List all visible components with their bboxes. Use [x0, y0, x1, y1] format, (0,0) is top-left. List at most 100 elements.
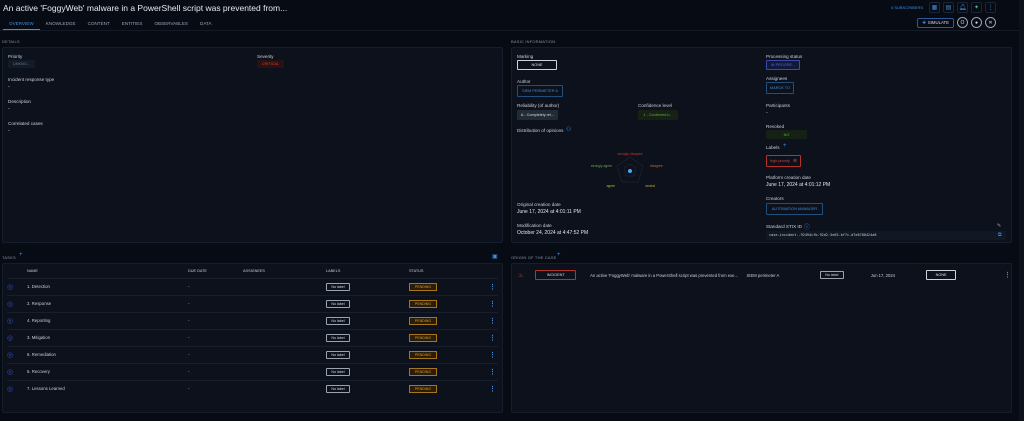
- task-label-chip: No label: [326, 316, 350, 325]
- simulate-label: SIMULATE: [927, 20, 949, 25]
- more-vert-icon[interactable]: ⋮: [489, 352, 496, 359]
- correlated-value: -: [8, 128, 10, 134]
- author-chip[interactable]: SIEM PERIMETER A: [517, 85, 563, 97]
- calendar-icon[interactable]: ▣: [492, 253, 498, 260]
- circle-o-icon[interactable]: O: [957, 17, 968, 28]
- task-status-chip: PENDING: [409, 333, 437, 342]
- original-date-value: June 17, 2024 at 4:01:11 PM: [517, 209, 581, 215]
- subscribers-link[interactable]: 0 SUBSCRIBERS: [891, 5, 923, 10]
- task-name: 1. Detection: [27, 277, 188, 295]
- revoked-label: Revoked: [766, 124, 785, 129]
- severity-chip: CRITICAL: [257, 60, 284, 68]
- copy-icon[interactable]: ⧉: [998, 232, 1002, 238]
- more-vert-icon[interactable]: ⋮: [489, 386, 496, 393]
- task-assignees: [243, 294, 326, 312]
- add-label-icon[interactable]: +: [783, 143, 787, 149]
- assignee-chip[interactable]: MARCK TO: [766, 82, 794, 94]
- details-heading: DETAILS: [2, 39, 20, 44]
- simulate-button[interactable]: ✚ SIMULATE: [917, 17, 954, 28]
- file-icon[interactable]: ▤: [943, 2, 954, 13]
- crosshair-icon[interactable]: ✕: [985, 17, 996, 28]
- more-vert-icon[interactable]: ⋮: [489, 318, 496, 325]
- origin-row[interactable]: ♨ INCIDENT An active 'FoggyWeb' malware …: [512, 268, 1011, 282]
- more-vert-icon[interactable]: ⋮: [489, 301, 496, 308]
- incident-icon: ♨: [518, 272, 524, 279]
- modification-label: Modification date: [517, 223, 552, 228]
- tab-content[interactable]: CONTENT: [82, 17, 116, 30]
- task-due: -: [188, 345, 243, 363]
- task-label-chip: No label: [326, 282, 350, 291]
- radar-label-disagree: disagree: [650, 164, 663, 168]
- table-row[interactable]: ◎ 1. Detection - No label PENDING ⋮: [7, 277, 498, 295]
- check-circle-icon[interactable]: ◎: [7, 352, 13, 359]
- correlated-label: Correlated cases: [8, 121, 43, 126]
- check-circle-icon[interactable]: ◎: [7, 284, 13, 291]
- tab-overview[interactable]: OVERVIEW: [3, 17, 40, 30]
- task-name: 7. Lessons Learned: [27, 379, 188, 397]
- reliability-chip: A - Completely rel...: [517, 110, 558, 120]
- priority-chip: UNKNO...: [8, 60, 35, 68]
- task-due: -: [188, 379, 243, 397]
- original-date-label: Original creation date: [517, 202, 561, 207]
- participants-value: -: [766, 110, 768, 116]
- table-row[interactable]: ◎ 2. Response - No label PENDING ⋮: [7, 294, 498, 312]
- tab-knowledge[interactable]: KNOWLEDGE: [40, 17, 82, 30]
- tasks-table: NAME DUE DATE ASSIGNEES LABELS STATUS ◎ …: [7, 264, 498, 397]
- more-vert-icon[interactable]: ⋮: [489, 369, 496, 376]
- task-due: -: [188, 328, 243, 346]
- col-labels: LABELS: [326, 268, 341, 273]
- origin-name: An active 'FoggyWeb' malware in a PowerS…: [590, 272, 738, 278]
- platform-date-value: June 17, 2024 at 4:01:12 PM: [766, 182, 831, 188]
- table-row[interactable]: ◎ 7. Lessons Learned - No label PENDING …: [7, 379, 498, 397]
- more-vert-icon[interactable]: ⋮: [489, 284, 496, 291]
- origin-panel: ♨ INCIDENT An active 'FoggyWeb' malware …: [511, 263, 1012, 413]
- sparkle-icon[interactable]: ✦: [971, 2, 982, 13]
- radar-point: [628, 169, 632, 173]
- description-value: -: [8, 106, 10, 112]
- label-text: high-priority: [770, 159, 790, 163]
- opinions-icon[interactable]: ⚇: [566, 126, 571, 133]
- more-vert-icon[interactable]: ⋮: [1004, 271, 1011, 279]
- page-title: An active 'FoggyWeb' malware in a PowerS…: [3, 3, 288, 13]
- check-circle-icon[interactable]: ◎: [7, 335, 13, 342]
- stix-label: Standard STIX ID: [766, 224, 803, 229]
- more-vert-icon[interactable]: ⋮: [489, 335, 496, 342]
- label-chip: high-priority ⊗: [766, 155, 802, 167]
- col-due-date: DUE DATE: [188, 268, 207, 273]
- tab-observables[interactable]: OBSERVABLES: [148, 17, 194, 30]
- task-status-chip: PENDING: [409, 316, 437, 325]
- bank-icon[interactable]: ▦: [929, 2, 940, 13]
- participants-label: Participants: [766, 103, 791, 108]
- check-circle-icon[interactable]: ◎: [7, 318, 13, 325]
- table-row[interactable]: ◎ 3. Mitigation - No label PENDING ⋮: [7, 328, 498, 346]
- tab-entities[interactable]: ENTITIES: [116, 17, 149, 30]
- bell-icon[interactable]: 🔔︎: [957, 2, 968, 13]
- task-assignees: [243, 379, 326, 397]
- task-name: 5. Recovery: [27, 362, 188, 380]
- scrollbar[interactable]: [1019, 0, 1024, 421]
- edit-icon[interactable]: ✎: [997, 223, 1001, 229]
- more-vert-icon[interactable]: ⋮: [985, 2, 996, 13]
- info-icon[interactable]: ⓘ: [804, 222, 810, 231]
- tab-data[interactable]: DATA: [194, 17, 218, 30]
- task-name: 3. Mitigation: [27, 328, 188, 346]
- check-circle-icon[interactable]: ◎: [7, 301, 13, 308]
- remove-label-icon[interactable]: ⊗: [793, 158, 797, 164]
- creator-chip[interactable]: AUTOMATION MANAGER: [766, 203, 823, 215]
- table-row[interactable]: ◎ 4. Reporting - No label PENDING ⋮: [7, 311, 498, 329]
- add-task-icon[interactable]: +: [19, 252, 23, 258]
- response-type-label: Incident response type: [8, 77, 55, 82]
- opinions-label: Distribution of opinions: [517, 128, 564, 133]
- processing-chip: IN PROGRE...: [766, 60, 800, 70]
- reliability-label: Reliability (of author): [517, 103, 560, 108]
- basic-info-panel: Marking NONE Author SIEM PERIMETER A Rel…: [511, 47, 1012, 243]
- task-label-chip: No label: [326, 350, 350, 359]
- creators-label: Creators: [766, 196, 784, 201]
- table-row[interactable]: ◎ 6. Remediation - No label PENDING ⋮: [7, 345, 498, 363]
- add-origin-icon[interactable]: +: [557, 252, 561, 258]
- origin-heading: ORIGIN OF THE CASE: [511, 255, 557, 260]
- bug-icon[interactable]: ●: [971, 17, 982, 28]
- check-circle-icon[interactable]: ◎: [7, 369, 13, 376]
- table-row[interactable]: ◎ 5. Recovery - No label PENDING ⋮: [7, 362, 498, 380]
- check-circle-icon[interactable]: ◎: [7, 386, 13, 393]
